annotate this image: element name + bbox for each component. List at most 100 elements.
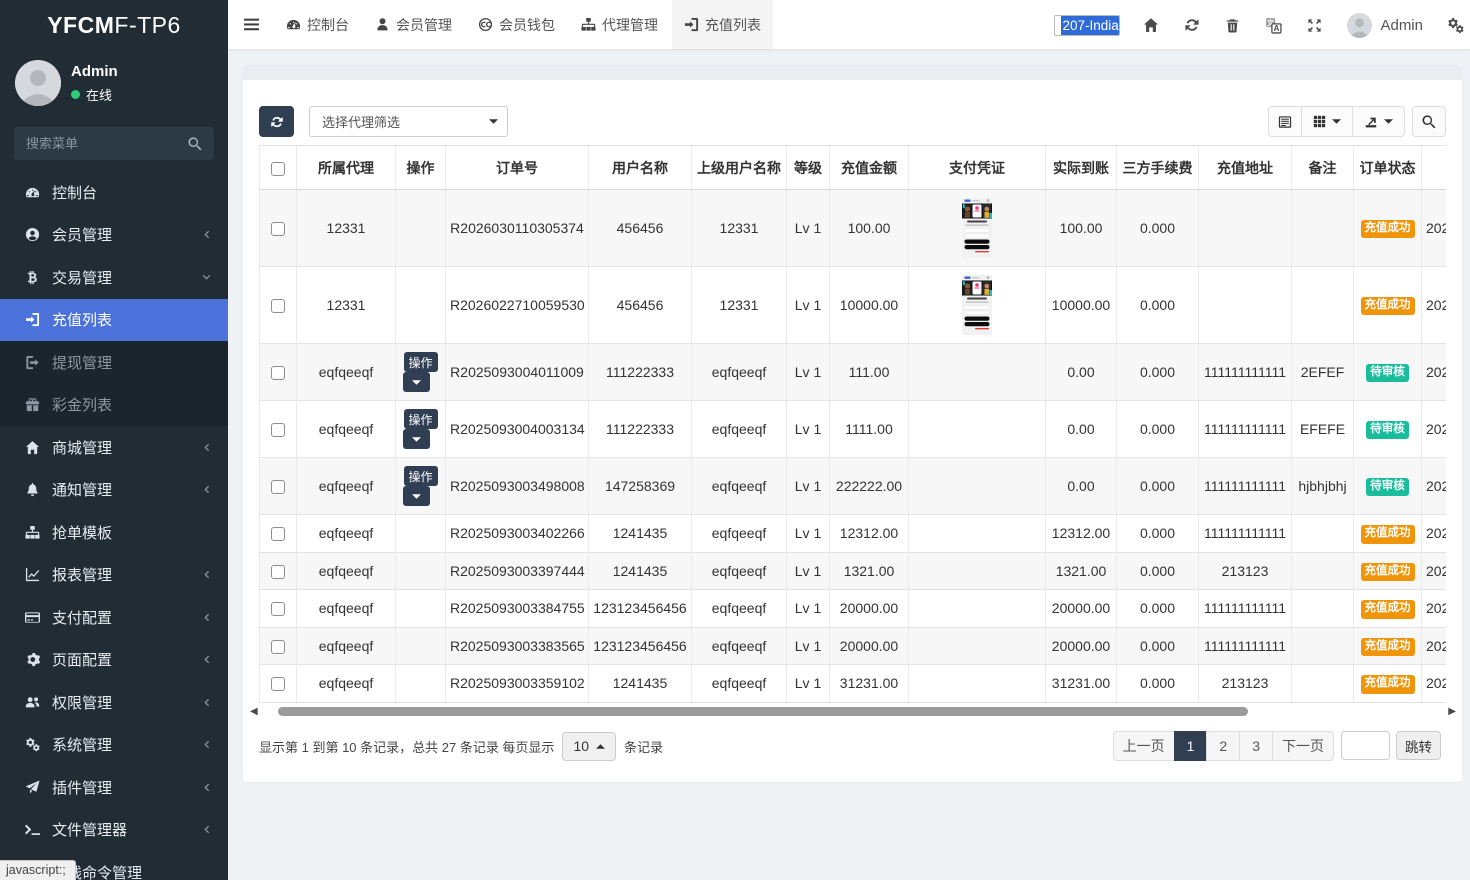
column-header-created[interactable] <box>1422 146 1447 190</box>
page-button-3[interactable]: 3 <box>1239 731 1273 761</box>
page-size-dropdown[interactable]: 10 <box>562 732 616 761</box>
column-header-amount[interactable]: 充值金额 <box>830 146 909 190</box>
home-icon[interactable] <box>1130 17 1171 33</box>
tab-会员钱包[interactable]: 会员钱包 <box>466 0 567 49</box>
action-caret-button[interactable] <box>403 486 430 506</box>
row-checkbox[interactable] <box>271 602 285 616</box>
table-row[interactable]: eqfqeeqfR20250930034022661241435eqfqeeqf… <box>260 515 1447 553</box>
page-button-1[interactable]: 1 <box>1174 731 1208 761</box>
table-row[interactable]: eqfqeeqf操作R2025093003498008147258369eqfq… <box>260 458 1447 515</box>
sidebar-item-支付配置[interactable]: 支付配置 <box>0 596 228 639</box>
sidebar-item-插件管理[interactable]: 插件管理 <box>0 766 228 809</box>
sidebar-item-提现管理[interactable]: 提现管理 <box>0 341 228 384</box>
column-header-remark[interactable]: 备注 <box>1292 146 1354 190</box>
sidebar-item-会员管理[interactable]: 会员管理 <box>0 214 228 257</box>
navbar-user-name[interactable]: Admin <box>1380 17 1423 34</box>
row-checkbox[interactable] <box>271 366 285 380</box>
column-header-agent[interactable]: 所属代理 <box>297 146 396 190</box>
column-header-action[interactable]: 操作 <box>396 146 446 190</box>
prev-page-button[interactable]: 上一页 <box>1113 731 1175 761</box>
sidebar-item-彩金列表[interactable]: 彩金列表 <box>0 384 228 427</box>
tachometer-icon <box>24 185 41 200</box>
table-row[interactable]: eqfqeeqfR20250930033591021241435eqfqeeqf… <box>260 665 1447 703</box>
page-jump-input[interactable] <box>1341 731 1390 760</box>
cell-remark <box>1292 552 1354 590</box>
table-row[interactable]: eqfqeeqfR2025093003384755123123456456eqf… <box>260 590 1447 628</box>
column-header-user[interactable]: 用户名称 <box>589 146 692 190</box>
row-checkbox[interactable] <box>271 480 285 494</box>
cell-agent: 12331 <box>297 190 396 267</box>
column-header-address[interactable]: 充值地址 <box>1199 146 1292 190</box>
column-header-level[interactable]: 等级 <box>787 146 830 190</box>
tab-控制台[interactable]: 控制台 <box>274 0 361 49</box>
payment-voucher-image[interactable] <box>962 198 992 258</box>
action-caret-button[interactable] <box>403 429 430 449</box>
cell-checkbox <box>260 590 297 628</box>
brand-logo[interactable]: YFCMF-TP6 <box>0 0 228 50</box>
scroll-right-icon[interactable]: ▶ <box>1448 706 1456 717</box>
tab-会员管理[interactable]: 会员管理 <box>363 0 464 49</box>
row-checkbox[interactable] <box>271 565 285 579</box>
table-row[interactable]: eqfqeeqfR2025093003383565123123456456eqf… <box>260 627 1447 665</box>
page-jump-button[interactable]: 跳转 <box>1396 731 1441 760</box>
row-checkbox[interactable] <box>271 423 285 437</box>
tab-充值列表[interactable]: 充值列表 <box>672 0 773 49</box>
scroll-left-icon[interactable]: ◀ <box>250 706 258 717</box>
row-checkbox[interactable] <box>271 527 285 541</box>
column-header-voucher[interactable]: 支付凭证 <box>909 146 1046 190</box>
table-row[interactable]: eqfqeeqf操作R2025093004003134111222333eqfq… <box>260 401 1447 458</box>
refresh-button[interactable] <box>259 106 294 137</box>
refresh-icon[interactable] <box>1171 17 1212 33</box>
language-icon[interactable]: 文A <box>1253 17 1294 34</box>
fullscreen-icon[interactable] <box>1294 18 1335 33</box>
sidebar-item-商城管理[interactable]: 商城管理 <box>0 426 228 469</box>
payment-voucher-image[interactable] <box>962 275 992 335</box>
table-row[interactable]: 12331R202603011030537445645612331Lv 1100… <box>260 190 1447 267</box>
export-button[interactable] <box>1352 106 1405 137</box>
search-button[interactable] <box>1412 106 1446 137</box>
column-header-actual[interactable]: 实际到账 <box>1046 146 1117 190</box>
tab-代理管理[interactable]: 代理管理 <box>569 0 670 49</box>
sidebar-item-控制台[interactable]: 控制台 <box>0 171 228 214</box>
sidebar-item-权限管理[interactable]: 权限管理 <box>0 681 228 724</box>
table-row[interactable]: eqfqeeqf操作R2025093004011009111222333eqfq… <box>260 344 1447 401</box>
column-header-parent[interactable]: 上级用户名称 <box>692 146 787 190</box>
column-header-order[interactable]: 订单号 <box>446 146 589 190</box>
sidebar-item-页面配置[interactable]: 页面配置 <box>0 639 228 682</box>
next-page-button[interactable]: 下一页 <box>1272 731 1334 761</box>
column-header-fee[interactable]: 三方手续费 <box>1117 146 1199 190</box>
row-checkbox[interactable] <box>271 640 285 654</box>
cell-order: R2025093003498008 <box>446 458 589 515</box>
sidebar-item-抢单模板[interactable]: 抢单模板 <box>0 511 228 554</box>
action-button[interactable]: 操作 <box>404 352 438 372</box>
agent-filter-select[interactable]: 选择代理筛选 <box>309 106 508 137</box>
sidebar-item-充值列表[interactable]: 充值列表 <box>0 299 228 342</box>
avatar[interactable] <box>15 60 61 106</box>
table-row[interactable]: eqfqeeqfR20250930033974441241435eqfqeeqf… <box>260 552 1447 590</box>
navbar-avatar[interactable] <box>1347 13 1372 38</box>
sidebar-item-报表管理[interactable]: 报表管理 <box>0 554 228 597</box>
sidebar-search-input[interactable] <box>14 136 188 151</box>
scrollbar-thumb[interactable] <box>278 707 1248 716</box>
action-button[interactable]: 操作 <box>404 466 438 486</box>
sidebar-item-系统管理[interactable]: 系统管理 <box>0 724 228 767</box>
detail-view-button[interactable] <box>1268 106 1302 137</box>
action-button[interactable]: 操作 <box>404 409 438 429</box>
columns-button[interactable] <box>1301 106 1353 137</box>
row-checkbox[interactable] <box>271 677 285 691</box>
page-button-2[interactable]: 2 <box>1206 731 1240 761</box>
select-all-checkbox[interactable] <box>271 162 285 176</box>
sidebar-item-文件管理器[interactable]: 文件管理器 <box>0 809 228 852</box>
settings-gears-icon[interactable] <box>1443 17 1467 34</box>
topbar-search-input[interactable]: 207-India <box>1054 15 1120 36</box>
sidebar-item-通知管理[interactable]: 通知管理 <box>0 469 228 512</box>
search-icon[interactable] <box>188 137 202 151</box>
column-header-status[interactable]: 订单状态 <box>1354 146 1422 190</box>
trash-icon[interactable] <box>1212 18 1253 33</box>
sidebar-item-交易管理[interactable]: 交易管理 <box>0 256 228 299</box>
action-caret-button[interactable] <box>403 372 430 392</box>
row-checkbox[interactable] <box>271 222 285 236</box>
sidebar-toggle-icon[interactable] <box>228 0 274 49</box>
table-row[interactable]: 12331R202602271005953045645612331Lv 1100… <box>260 267 1447 344</box>
row-checkbox[interactable] <box>271 299 285 313</box>
